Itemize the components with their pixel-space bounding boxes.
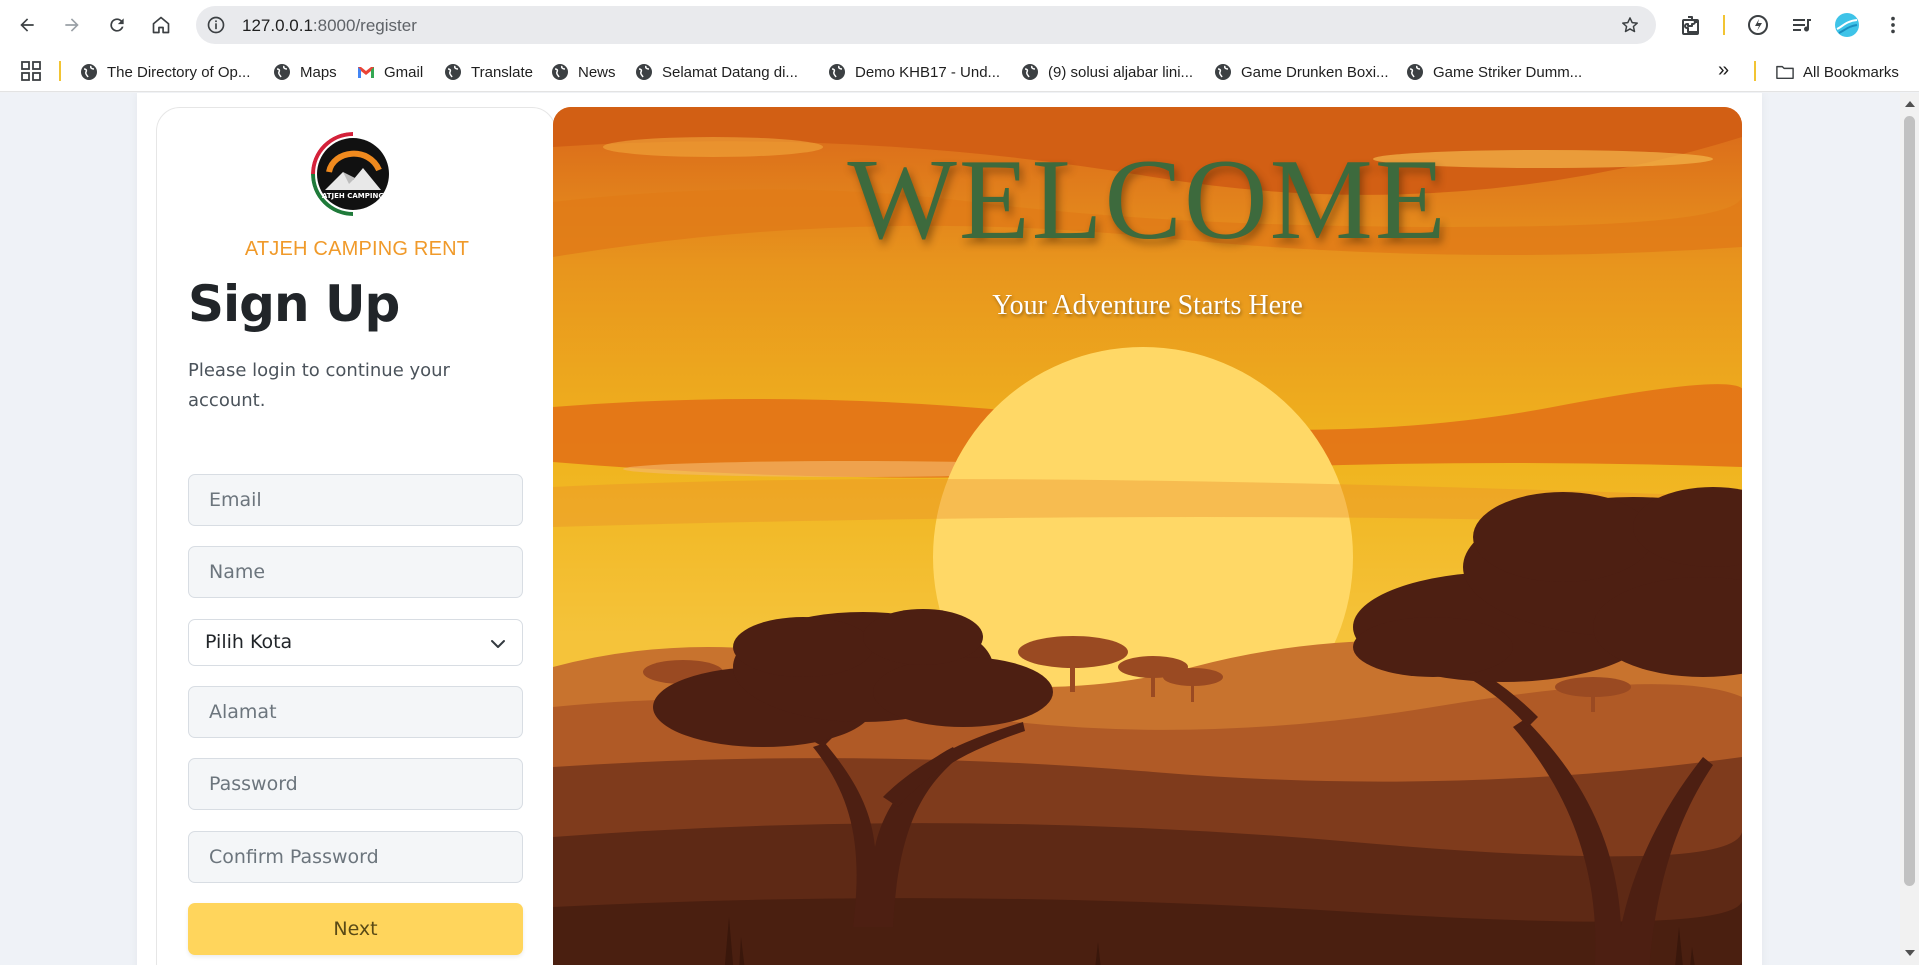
folder-icon [1776, 65, 1794, 80]
globe-icon [1022, 64, 1038, 80]
next-button[interactable]: Next [188, 903, 523, 955]
bookmark-item[interactable]: Game Drunken Boxi... [1214, 61, 1389, 83]
welcome-heading: WELCOME [847, 136, 1448, 264]
arrow-left-icon [20, 18, 34, 32]
welcome-tagline: Your Adventure Starts Here [992, 290, 1303, 321]
bookmarks-separator [1754, 61, 1756, 81]
chevron-down-icon [491, 640, 505, 648]
extensions-icon[interactable] [1678, 12, 1704, 38]
address-field[interactable] [188, 686, 523, 738]
scroll-up-icon[interactable] [1905, 101, 1915, 107]
bookmarks-separator [59, 61, 61, 81]
forward-button[interactable] [56, 9, 88, 41]
home-button[interactable] [145, 9, 177, 41]
svg-text:ATJEH CAMPING: ATJEH CAMPING [322, 192, 384, 200]
bookmark-star-icon[interactable] [1620, 15, 1640, 35]
arrow-right-icon [65, 18, 79, 32]
toolbar-separator [1723, 15, 1725, 35]
profile-avatar-icon[interactable] [1834, 12, 1860, 38]
reload-button[interactable] [101, 9, 133, 41]
media-controls-icon[interactable] [1789, 12, 1815, 38]
bookmark-item[interactable]: Gmail [357, 61, 423, 83]
welcome-hero: WELCOME Your Adventure Starts Here [553, 107, 1742, 965]
bookmark-item[interactable]: Demo KHB17 - Und... [828, 61, 1000, 83]
bookmark-item[interactable]: Translate [444, 61, 533, 83]
brand-name: ATJEH CAMPING RENT [244, 238, 470, 260]
globe-icon [274, 64, 290, 80]
gmail-icon [358, 67, 374, 78]
scroll-down-icon[interactable] [1905, 950, 1915, 956]
name-field[interactable] [188, 546, 523, 598]
all-bookmarks-button[interactable]: All Bookmarks [1776, 61, 1899, 83]
bookmark-item[interactable]: Maps [273, 61, 337, 83]
city-select-value: Pilih Kota [205, 631, 293, 653]
page-subtitle: Please login to continue your account. [188, 360, 450, 411]
reload-icon [110, 18, 124, 32]
atjeh-camping-logo: ATJEH CAMPING [311, 132, 394, 216]
page-scrollbar[interactable] [1900, 93, 1919, 965]
globe-icon [81, 64, 97, 80]
globe-icon [1215, 64, 1231, 80]
page-viewport: ATJEH CAMPING ATJEH CAMPING RENT Sign Up… [0, 93, 1900, 965]
email-field[interactable] [188, 474, 523, 526]
bookmarks-overflow-button[interactable]: » [1718, 59, 1729, 81]
globe-icon [1407, 64, 1423, 80]
site-info-icon[interactable] [204, 13, 228, 37]
bookmark-item[interactable]: The Directory of Op... [80, 61, 250, 83]
address-bar[interactable]: 127.0.0.1:8000/register [196, 6, 1656, 44]
bookmark-item[interactable]: (9) solusi aljabar lini... [1021, 61, 1193, 83]
home-icon [152, 16, 170, 34]
bookmarks-bar: The Directory of Op... Maps Gmail Transl… [0, 50, 1919, 92]
password-field[interactable] [188, 758, 523, 810]
browser-toolbar: 127.0.0.1:8000/register [0, 0, 1919, 50]
bookmark-item[interactable]: News [551, 61, 616, 83]
signup-form-card: ATJEH CAMPING ATJEH CAMPING RENT Sign Up… [156, 107, 556, 965]
page-title: Sign Up [188, 275, 400, 333]
bookmark-item[interactable]: Game Striker Dumm... [1406, 61, 1582, 83]
city-select[interactable]: Pilih Kota [188, 619, 523, 666]
url-text: 127.0.0.1:8000/register [242, 16, 417, 35]
bookmark-item[interactable]: Selamat Datang di... [635, 61, 798, 83]
browser-menu-icon[interactable] [1880, 12, 1906, 38]
globe-icon [636, 64, 652, 80]
globe-icon [829, 64, 845, 80]
back-button[interactable] [11, 9, 43, 41]
confirm-password-field[interactable] [188, 831, 523, 883]
scrollbar-thumb[interactable] [1904, 116, 1915, 886]
globe-icon [445, 64, 461, 80]
globe-icon [552, 64, 568, 80]
apps-grid-icon[interactable] [21, 61, 41, 81]
performance-icon[interactable] [1745, 12, 1771, 38]
